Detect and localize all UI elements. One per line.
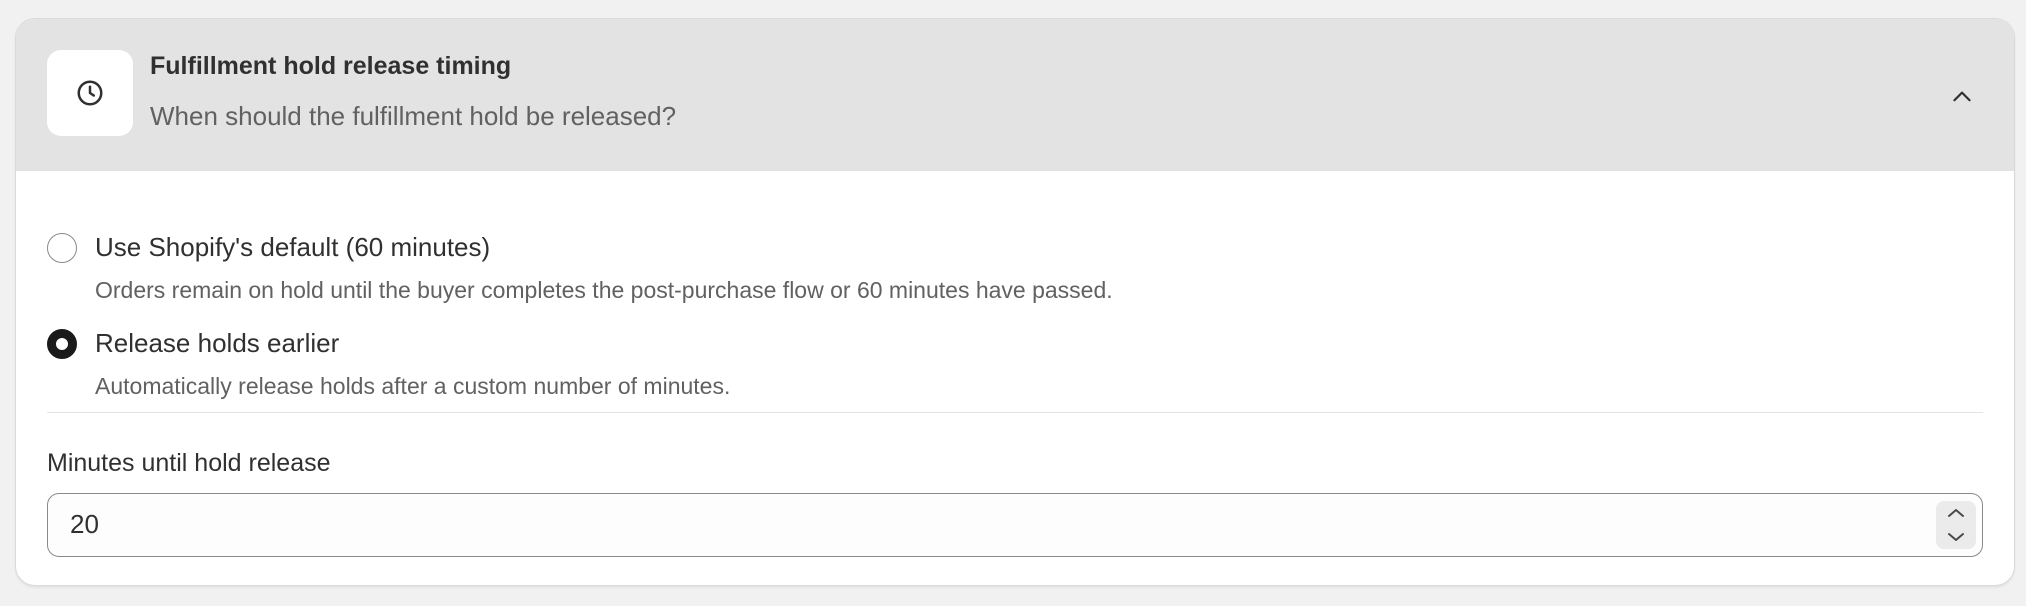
minutes-input[interactable] [70,494,1910,555]
section-subtitle: When should the fulfillment hold be rele… [150,101,677,131]
radio-button-shopify-default[interactable] [47,232,77,263]
collapse-button[interactable] [1940,75,1984,119]
radio-button-release-earlier[interactable] [47,328,77,359]
divider [47,412,1983,413]
radio-label-release-earlier: Release holds earlier [95,328,340,358]
radio-help-shopify-default: Orders remain on hold until the buyer co… [95,277,1113,303]
radio-option-release-earlier[interactable]: Release holds earlier [47,328,339,359]
radio-option-shopify-default[interactable]: Use Shopify's default (60 minutes) [47,232,490,263]
fulfillment-hold-card: Fulfillment hold release timing When sho… [15,18,2015,586]
minutes-field[interactable] [47,493,1983,557]
minutes-field-label: Minutes until hold release [47,449,331,477]
increment-button[interactable] [1936,502,1976,524]
chevron-up-icon [1948,509,1964,517]
card-header[interactable]: Fulfillment hold release timing When sho… [16,19,2014,171]
decrement-button[interactable] [1936,526,1976,548]
radio-label-shopify-default: Use Shopify's default (60 minutes) [95,232,491,262]
radio-help-release-earlier: Automatically release holds after a cust… [95,373,731,399]
clock-icon [77,80,103,106]
quantity-stepper[interactable] [1936,501,1976,549]
chevron-down-icon [1948,533,1964,541]
header-icon-container [47,50,133,136]
chevron-up-icon [1953,91,1971,102]
section-title: Fulfillment hold release timing [150,52,512,80]
